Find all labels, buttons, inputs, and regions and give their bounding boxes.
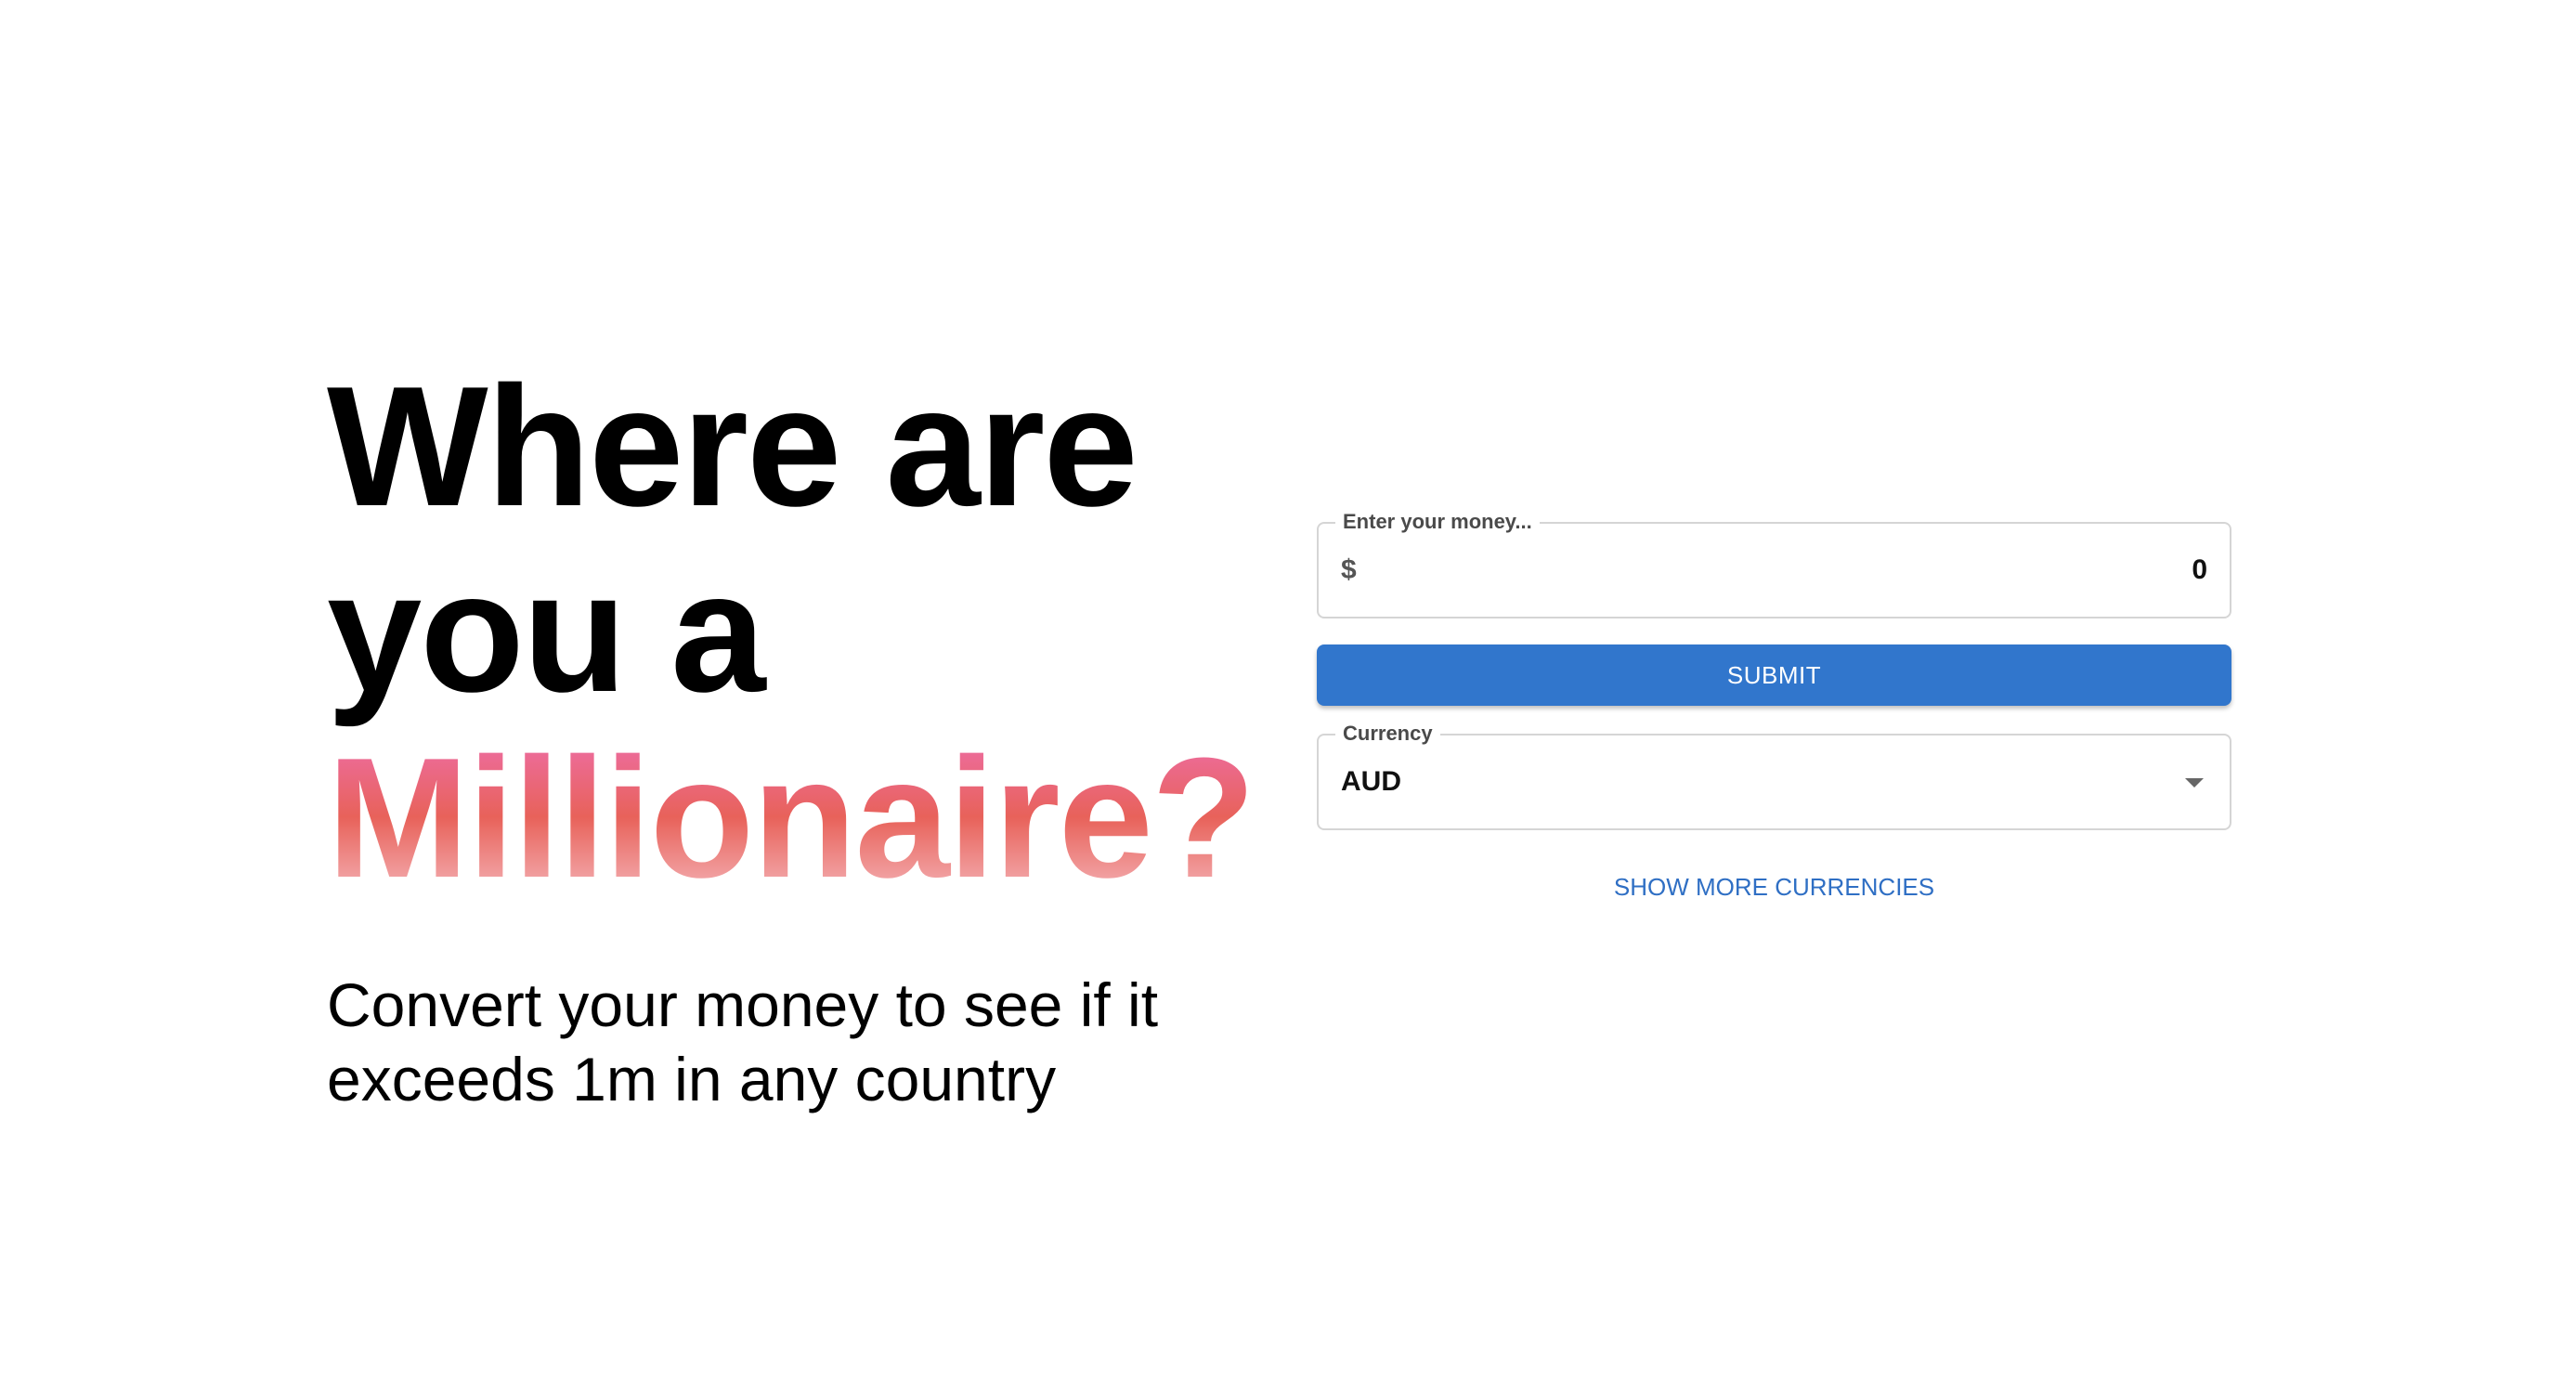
show-more-currencies-link[interactable]: SHOW MORE CURRENCIES [1589, 871, 1960, 903]
title-line-1: Where are [327, 350, 1138, 541]
converter-form: Enter your money... $ SUBMIT Currency AU… [1317, 509, 2231, 903]
currency-select[interactable]: Currency AUD [1317, 721, 2231, 830]
title-line-2: you a [327, 536, 766, 727]
chevron-down-icon[interactable] [2185, 778, 2204, 788]
submit-button[interactable]: SUBMIT [1317, 644, 2231, 706]
page: Where are you a Millionaire? Convert you… [0, 0, 2576, 1380]
subtitle-line-2: exceeds 1m in any country [327, 1045, 1057, 1113]
money-field-label: Enter your money... [1335, 509, 1540, 535]
currency-selected-value: AUD [1341, 766, 1401, 797]
title-accent: Millionaire? [327, 722, 1255, 913]
money-field[interactable]: Enter your money... $ [1317, 509, 2231, 618]
hero-section: Where are you a Millionaire? Convert you… [327, 350, 1255, 1116]
dollar-sign-icon: $ [1341, 554, 1357, 585]
page-title: Where are you a Millionaire? [327, 350, 1255, 910]
subtitle-line-1: Convert your money to see if it [327, 970, 1159, 1039]
page-subtitle: Convert your money to see if it exceeds … [327, 968, 1237, 1116]
money-input[interactable] [1409, 548, 2207, 592]
currency-field-label: Currency [1335, 721, 1440, 747]
